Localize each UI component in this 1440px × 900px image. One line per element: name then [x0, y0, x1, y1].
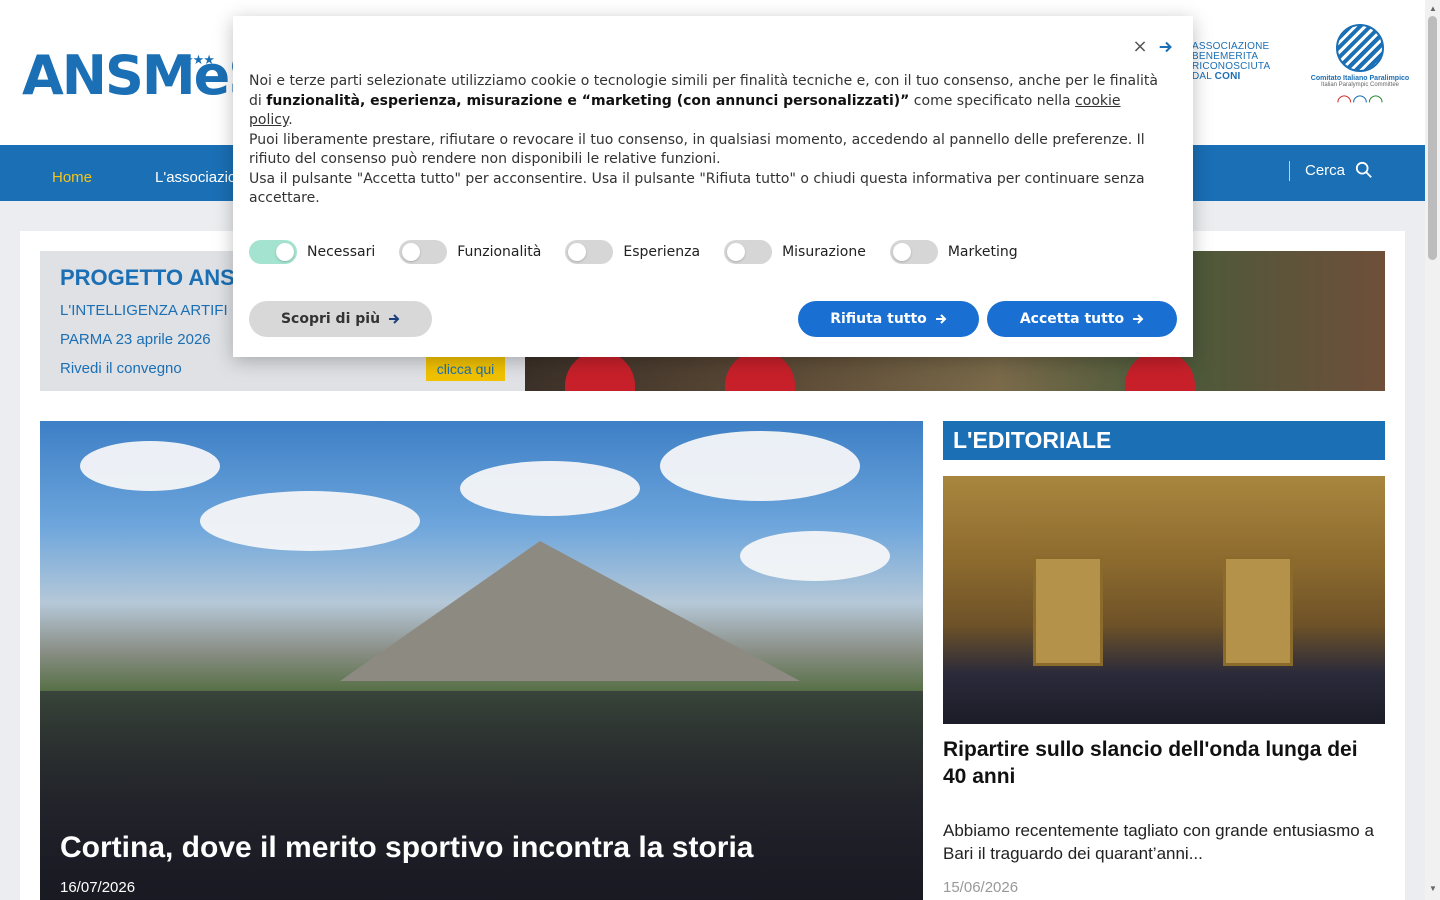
search-label: Cerca [1305, 161, 1346, 179]
nav-divider [1289, 161, 1290, 181]
photo-crowd [40, 691, 923, 900]
photo-door [1033, 556, 1103, 666]
toggle-label: Misurazione [782, 244, 866, 260]
cookie-text-part: come specificato nella [909, 92, 1076, 109]
photo-figure [565, 351, 635, 391]
hero-title[interactable]: Cortina, dove il merito sportivo incontr… [60, 831, 753, 865]
toggle-switch[interactable] [399, 240, 448, 264]
toggle-label: Funzionalità [457, 244, 542, 260]
reject-all-button[interactable]: Rifiuta tutto [798, 301, 979, 337]
editorial-excerpt: Abbiamo recentemente tagliato con grande… [943, 821, 1374, 863]
toggle-funzionalita[interactable]: Funzionalità [399, 240, 541, 264]
toggle-label: Esperienza [623, 244, 701, 260]
toggle-switch[interactable] [249, 240, 297, 264]
promo-line: L'INTELLIGENZA ARTIFI [60, 302, 228, 319]
nav-item-home[interactable]: Home [52, 169, 92, 186]
cookie-purposes-text: funzionalità, esperienza, misurazione e … [266, 92, 910, 109]
toggle-esperienza[interactable]: Esperienza [565, 240, 700, 264]
cookie-text-part: . [288, 112, 293, 128]
assoc-logo-brand: CONI [1214, 71, 1241, 82]
promo-cta-button[interactable]: clicca qui [426, 357, 505, 381]
ansmes-logo[interactable]: ANSMeS [22, 44, 267, 108]
arrow-right-icon[interactable] [1157, 38, 1175, 56]
agitos-icon: ◠◠◠ [1336, 91, 1384, 111]
scrollbar-thumb[interactable] [1428, 16, 1437, 260]
cip-emblem-icon [1336, 24, 1384, 72]
hero-article[interactable]: Cortina, dove il merito sportivo incontr… [40, 421, 923, 900]
assoc-logo-line: DAL CONI [1192, 72, 1270, 82]
toggle-label: Marketing [947, 244, 1018, 260]
toggle-switch[interactable] [565, 240, 614, 264]
cloud-shape [660, 431, 860, 501]
cip-logo-subtitle: Italian Paralympic Committee [1320, 82, 1400, 88]
nav-item-associazione[interactable]: L'associazion [155, 169, 245, 186]
accept-all-label: Accetta tutto [1019, 311, 1125, 327]
logo-text: ANSMeS [22, 44, 267, 107]
toggle-switch[interactable] [889, 240, 938, 264]
promo-line: PARMA 23 aprile 2026 [60, 331, 211, 348]
editorial-heading: L'EDITORIALE [943, 421, 1385, 460]
scroll-up-icon[interactable]: ▲ [1429, 4, 1437, 13]
toggle-switch[interactable] [724, 240, 773, 264]
scroll-down-icon[interactable]: ▼ [1429, 884, 1437, 893]
arrow-right-icon [389, 314, 400, 324]
arrow-right-icon [935, 314, 947, 324]
consent-toggles: Necessari Funzionalità Esperienza Misura… [249, 240, 1042, 264]
coni-association-logo: ASSOCIAZIONE BENEMERITA RICONOSCIUTA DAL… [1192, 42, 1270, 82]
reject-all-label: Rifiuta tutto [830, 311, 927, 327]
logo-stars-icon: ★★★ [182, 52, 215, 67]
accept-all-button[interactable]: Accetta tutto [987, 301, 1177, 337]
search-icon [1355, 161, 1372, 178]
learn-more-label: Scopri di più [280, 311, 381, 327]
assoc-logo-prefix: DAL [1192, 71, 1215, 82]
photo-door [1223, 556, 1293, 666]
close-icon[interactable]: × [1131, 38, 1149, 56]
cip-logo-title: Comitato Italiano Paralimpico [1310, 75, 1410, 82]
hero-date: 16/07/2026 [60, 879, 136, 896]
cloud-shape [460, 461, 640, 516]
cloud-shape [80, 441, 220, 491]
editorial-photo[interactable] [943, 476, 1385, 724]
arrow-right-icon [1133, 314, 1144, 324]
photo-figure [1125, 351, 1195, 391]
editorial-section: L'EDITORIALE Ripartire sullo slancio del… [943, 421, 1385, 896]
page-scrollbar[interactable]: ▲ ▼ [1425, 0, 1440, 900]
editorial-date: 15/06/2026 [943, 879, 1019, 896]
toggle-marketing[interactable]: Marketing [889, 240, 1018, 264]
toggle-necessari[interactable]: Necessari [249, 240, 375, 264]
photo-figure [725, 351, 795, 391]
cookie-text-part: Puoi liberamente prestare, rifiutare o r… [249, 131, 1145, 168]
promo-line: Rivedi il convegno [60, 360, 182, 377]
search-button[interactable]: Cerca [1305, 161, 1373, 179]
toggle-label: Necessari [307, 244, 376, 260]
editorial-title[interactable]: Ripartire sullo slancio dell'onda lunga … [943, 736, 1385, 790]
cookie-consent-dialog: × Noi e terze parti selezionate utilizzi… [233, 16, 1193, 357]
promo-title[interactable]: PROGETTO ANSM [60, 265, 253, 291]
mountain-shape [340, 541, 800, 681]
toggle-misurazione[interactable]: Misurazione [724, 240, 866, 264]
cookie-text: Noi e terze parti selezionate utilizziam… [249, 72, 1159, 209]
cip-logo[interactable]: Comitato Italiano Paralimpico Italian Pa… [1308, 22, 1412, 122]
cookie-text-part: Usa il pulsante "Accetta tutto" per acco… [249, 170, 1145, 207]
learn-more-button[interactable]: Scopri di più [249, 301, 432, 337]
